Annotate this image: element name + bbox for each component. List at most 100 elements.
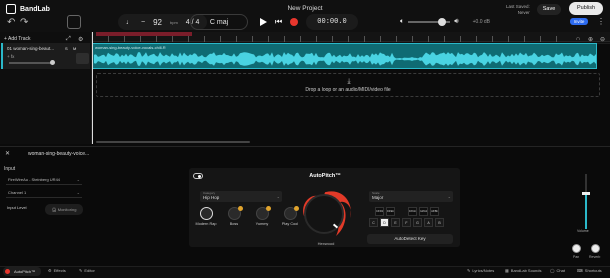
track-row[interactable]: 01 woman-sing-beaut... + fx S M (1, 43, 90, 69)
key-g[interactable]: G (413, 218, 422, 227)
amp-icon[interactable] (76, 53, 89, 64)
ruler-ticks (92, 36, 572, 42)
autopitch-tab-icon (5, 269, 10, 274)
shortcuts-button[interactable]: ⌨ Shortcuts (577, 268, 602, 273)
tempo-unit: bpm (170, 19, 178, 25)
track-volume-knob[interactable] (50, 60, 55, 65)
key-g-sharp[interactable]: G#/Ab (419, 207, 428, 216)
pan-dial[interactable] (572, 244, 581, 253)
master-volume-knob[interactable] (438, 18, 447, 26)
track-volume-fader[interactable] (580, 174, 590, 229)
save-button[interactable]: Save (537, 4, 561, 15)
key-b[interactable]: B (435, 218, 444, 227)
play-icon[interactable] (260, 18, 267, 26)
preset-boss[interactable]: Boss (225, 206, 243, 226)
key-f[interactable]: F (402, 218, 411, 227)
pan-label: Pan (573, 255, 580, 259)
track-mute-button[interactable]: M (73, 46, 76, 51)
redo-icon[interactable]: ↷ (20, 17, 28, 28)
key-a-sharp[interactable]: A#/Bb (430, 207, 439, 216)
menu-icon[interactable]: ⋮ (597, 17, 605, 26)
invite-button[interactable]: Invite (570, 18, 588, 25)
fader-knob[interactable] (582, 192, 590, 195)
master-volume-slider[interactable] (408, 18, 451, 26)
preset-avatar (227, 206, 243, 220)
key-c[interactable]: C (369, 218, 378, 227)
notes-icon: ✎ (467, 268, 471, 273)
tempo-minus[interactable]: − (141, 19, 145, 26)
monitoring-button[interactable]: 🎧︎ Monitoring (45, 204, 83, 215)
lyrics-notes-button[interactable]: ✎ Lyrics/Notes (467, 268, 494, 273)
zoom-in-icon[interactable]: ⊕ (588, 36, 593, 43)
chevron-down-icon: ⌄ (276, 194, 280, 199)
key-selector[interactable]: C maj (190, 14, 248, 30)
master-volume-db: +0.0 dB (472, 19, 491, 25)
key-d[interactable]: D (380, 218, 389, 227)
time-display: 00:00.0 (306, 14, 358, 30)
preset-yummy[interactable]: Yummy (253, 206, 271, 226)
key-c-sharp[interactable]: C#/Db (375, 207, 384, 216)
project-menu-button[interactable] (67, 15, 81, 29)
key-e[interactable]: E (391, 218, 400, 227)
key-a[interactable]: A (424, 218, 433, 227)
close-icon[interactable]: ✕ (5, 150, 10, 157)
channel-dropdown[interactable]: Channel 1 ⌄ (6, 189, 82, 198)
chat-button[interactable]: ◯ Chat (550, 268, 565, 273)
add-file-icon: ⤓ (347, 78, 351, 85)
horizontal-scrollbar[interactable] (96, 141, 250, 143)
scale-dropdown[interactable]: Scale Major ⌄ (369, 191, 453, 202)
tempo-value[interactable]: 92 (153, 18, 162, 27)
waveform (94, 52, 596, 66)
track-name[interactable]: 01 woman-sing-beaut... (7, 46, 54, 51)
input-device-dropdown[interactable]: FireWireAu - Steinberg UR44 ⌄ (6, 176, 82, 185)
metronome-icon[interactable]: ♩ (126, 19, 133, 26)
zoom-out-icon[interactable]: ⊖ (600, 36, 605, 43)
editor-icon: ✎ (79, 268, 83, 273)
category-dropdown[interactable]: Category Hip Hop ⌄ (200, 191, 282, 202)
effects-icon: ⚙︎ (48, 268, 52, 273)
knob-indicator (332, 223, 339, 229)
lock-icon (265, 206, 271, 211)
autopitch-knob[interactable]: Hexwood (296, 186, 356, 246)
publish-button[interactable]: Publish (569, 2, 603, 15)
knob-label: Hexwood (317, 241, 335, 246)
last-saved: Last Saved: Never (506, 4, 530, 15)
add-track-button[interactable]: + Add Track (4, 36, 31, 42)
editor-tab[interactable]: ✎ Editor (79, 268, 95, 273)
preset-avatar (255, 206, 271, 220)
snap-icon[interactable]: ⤢ (66, 36, 71, 43)
chevron-down-icon: ⌄ (76, 190, 80, 195)
magnet-icon[interactable]: ∩ (576, 36, 580, 42)
speaker-loud-icon: 🔊︎ (454, 18, 459, 25)
key-f-sharp[interactable]: F#/Gb (408, 207, 417, 216)
drop-zone[interactable]: ⤓ Drop a loop or an audio/MIDI/video fil… (96, 73, 600, 97)
chevron-down-icon: ⌄ (76, 177, 80, 182)
track-settings-icon[interactable]: ⚙ (78, 36, 83, 43)
region-label: woman-sing-beauty-voice-vocals-chill-R (95, 45, 166, 50)
skip-back-icon[interactable]: ⏮ (275, 17, 282, 27)
key-d-sharp[interactable]: D#/Eb (386, 207, 395, 216)
master-volume: 🔈︎ 🔊︎ +0.0 dB (400, 18, 490, 26)
track-solo-button[interactable]: S (65, 46, 68, 51)
autodetect-key-button[interactable]: AutoDetect Key (367, 234, 453, 244)
audio-region[interactable]: woman-sing-beauty-voice-vocals-chill-R (92, 43, 597, 69)
reverb-dial[interactable] (591, 244, 600, 253)
reverb-label: Reverb (589, 255, 601, 259)
knob-dial[interactable] (304, 194, 344, 234)
track-fx-button[interactable]: + fx (7, 54, 14, 59)
playhead[interactable] (92, 32, 93, 144)
bandlab-sounds-button[interactable]: ▦ BandLab Sounds (505, 268, 541, 273)
speaker-icon: 🔈︎ (400, 18, 405, 25)
record-icon[interactable] (290, 18, 299, 26)
undo-icon[interactable]: ↶ (7, 17, 15, 28)
input-label: Input (4, 166, 16, 172)
drop-zone-text: Drop a loop or an audio/MIDI/video file (305, 87, 391, 93)
preset-modern-rap[interactable]: Modern Rap (196, 207, 216, 226)
autopitch-toggle[interactable] (193, 173, 203, 179)
editor-track-name: woman-sing-beauty-voice... (28, 151, 90, 157)
chat-icon: ◯ (550, 268, 555, 273)
input-level-label: Input Level (7, 205, 27, 210)
track-volume-slider[interactable] (9, 62, 53, 64)
effects-tab[interactable]: ⚙︎ Effects (48, 268, 66, 273)
transport-controls: ⏮ (260, 14, 299, 30)
